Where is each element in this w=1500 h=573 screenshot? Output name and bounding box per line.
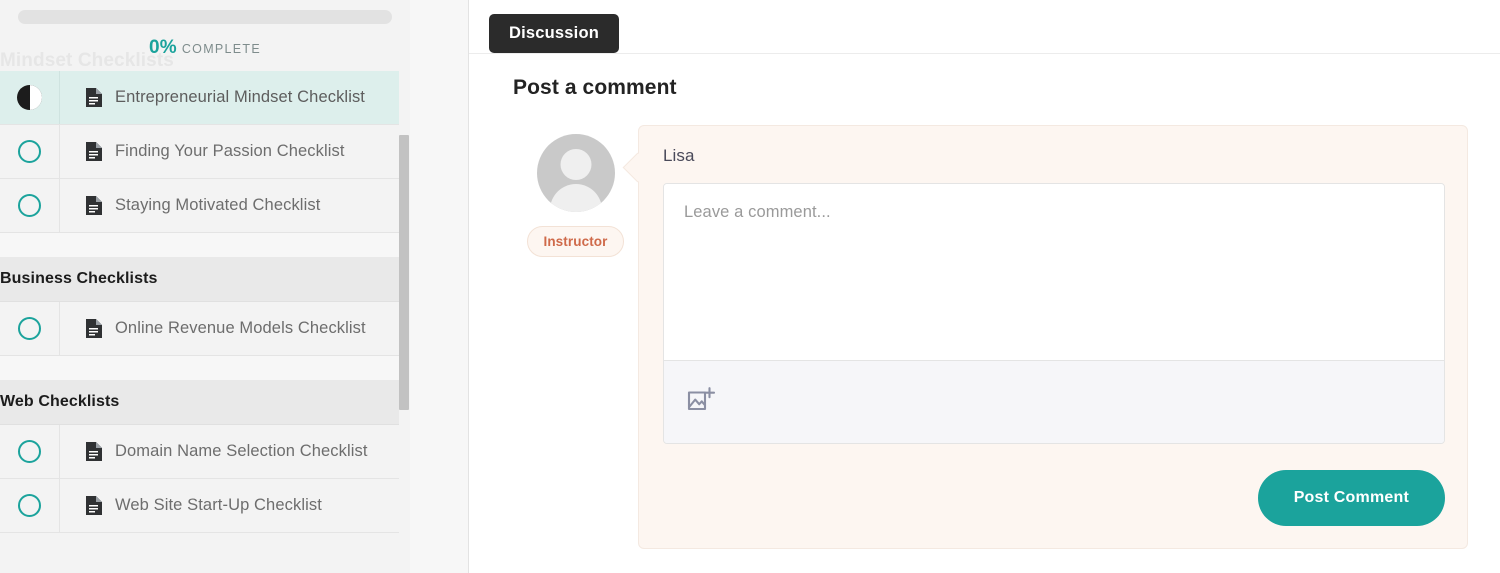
document-icon bbox=[85, 318, 103, 339]
checklist-item[interactable]: Domain Name Selection Checklist bbox=[0, 425, 410, 479]
checklist-status-cell[interactable] bbox=[0, 179, 60, 232]
avatar bbox=[536, 134, 615, 212]
sidebar-scrollbar-thumb[interactable] bbox=[399, 135, 409, 410]
checklist-item-label: Online Revenue Models Checklist bbox=[115, 319, 366, 337]
course-sidebar: 0% COMPLETE Mindset Checklists Entreprene… bbox=[0, 0, 410, 573]
avatar-body-shape bbox=[549, 184, 602, 212]
document-icon bbox=[85, 441, 103, 462]
progress-complete-word: COMPLETE bbox=[181, 42, 262, 56]
incomplete-circle-icon bbox=[18, 194, 41, 217]
comment-editor[interactable]: Leave a comment... bbox=[663, 183, 1445, 444]
comment-input[interactable]: Leave a comment... bbox=[664, 184, 1444, 360]
post-comment-button[interactable]: Post Comment bbox=[1257, 470, 1445, 526]
document-icon bbox=[85, 495, 103, 516]
checklist-label-cell[interactable]: Web Site Start-Up Checklist bbox=[60, 479, 410, 532]
checklist-status-cell[interactable] bbox=[0, 425, 60, 478]
section-header: Web Checklists bbox=[0, 380, 410, 425]
checklist-item[interactable]: Staying Motivated Checklist bbox=[0, 179, 410, 233]
checklist-item[interactable]: Online Revenue Models Checklist bbox=[0, 302, 410, 356]
section-gap bbox=[0, 356, 410, 380]
checklist-item-label: Entrepreneurial Mindset Checklist bbox=[115, 88, 365, 106]
main-content: Discussion Post a comment Instructor Lis… bbox=[469, 0, 1500, 573]
checklist-item[interactable]: Entrepreneurial Mindset Checklist bbox=[0, 71, 410, 125]
course-player: 0% COMPLETE Mindset Checklists Entreprene… bbox=[0, 0, 1500, 573]
progress-percent: 0% bbox=[148, 37, 177, 58]
incomplete-circle-icon bbox=[18, 440, 41, 463]
commenter-name: Lisa bbox=[663, 146, 695, 165]
editor-actions: Post Comment bbox=[663, 444, 1445, 526]
discussion-panel: Post a comment Instructor Lisa Leave a c… bbox=[469, 53, 1500, 573]
checklist-item-label: Finding Your Passion Checklist bbox=[115, 142, 345, 160]
document-icon bbox=[85, 87, 103, 108]
status-badge: Instructor bbox=[527, 226, 624, 257]
comment-bubble: Lisa Leave a comment... Post Comment bbox=[638, 125, 1468, 549]
checklist-list: Entrepreneurial Mindset Checklist Finding… bbox=[0, 71, 410, 533]
document-icon bbox=[85, 141, 103, 162]
checklist-item-label: Web Site Start-Up Checklist bbox=[115, 496, 322, 514]
avatar-head-shape bbox=[560, 149, 591, 180]
document-icon bbox=[85, 195, 103, 216]
checklist-label-cell[interactable]: Entrepreneurial Mindset Checklist bbox=[60, 71, 410, 124]
comment-bubble-wrapper: Lisa Leave a comment... Post Comment bbox=[622, 125, 1468, 549]
panel-gutter bbox=[410, 0, 469, 573]
checklist-item[interactable]: Web Site Start-Up Checklist bbox=[0, 479, 410, 533]
checklist-label-cell[interactable]: Domain Name Selection Checklist bbox=[60, 425, 410, 478]
checklist-status-cell[interactable] bbox=[0, 125, 60, 178]
progress-label: 0% COMPLETE bbox=[0, 24, 410, 71]
incomplete-circle-icon bbox=[18, 317, 41, 340]
tab-discussion[interactable]: Discussion bbox=[489, 14, 620, 53]
page-title: Post a comment bbox=[513, 76, 677, 99]
progress-track bbox=[18, 10, 392, 24]
incomplete-circle-icon bbox=[18, 140, 41, 163]
section-gap bbox=[0, 233, 410, 257]
checklist-item-label: Domain Name Selection Checklist bbox=[115, 442, 368, 460]
editor-toolbar bbox=[664, 360, 1444, 443]
checklist-status-cell[interactable] bbox=[0, 302, 60, 355]
checklist-item[interactable]: Finding Your Passion Checklist bbox=[0, 125, 410, 179]
in-progress-icon bbox=[17, 85, 42, 110]
commenter-identity: Instructor bbox=[513, 125, 638, 257]
incomplete-circle-icon bbox=[18, 494, 41, 517]
checklist-item-label: Staying Motivated Checklist bbox=[115, 196, 321, 214]
checklist-label-cell[interactable]: Online Revenue Models Checklist bbox=[60, 302, 410, 355]
checklist-label-cell[interactable]: Finding Your Passion Checklist bbox=[60, 125, 410, 178]
comment-composer: Instructor Lisa Leave a comment... Post … bbox=[469, 100, 1500, 549]
checklist-label-cell[interactable]: Staying Motivated Checklist bbox=[60, 179, 410, 232]
section-header: Business Checklists bbox=[0, 257, 410, 302]
add-image-icon[interactable] bbox=[686, 385, 718, 420]
checklist-status-cell[interactable] bbox=[0, 479, 60, 532]
progress-bar-container bbox=[0, 0, 410, 24]
checklist-status-cell[interactable] bbox=[0, 71, 60, 124]
